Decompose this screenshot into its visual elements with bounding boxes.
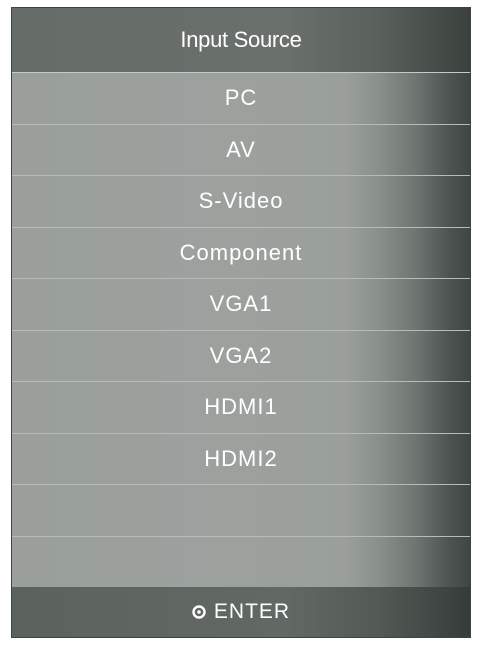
source-item-component[interactable]: Component <box>12 226 470 278</box>
source-list: PC AV S-Video Component VGA1 VGA2 HDMI1 … <box>12 72 470 587</box>
source-item-hdmi2[interactable]: HDMI2 <box>12 432 470 484</box>
source-item-vga1[interactable]: VGA1 <box>12 278 470 330</box>
enter-label: ENTER <box>213 600 291 623</box>
empty-row <box>12 535 470 587</box>
source-item-vga2[interactable]: VGA2 <box>12 329 470 381</box>
footer-bar: ENTER <box>12 587 470 637</box>
input-source-menu: Input Source PC AV S-Video Component VGA… <box>11 7 471 638</box>
source-item-pc[interactable]: PC <box>12 72 470 124</box>
source-item-s-video[interactable]: S-Video <box>12 175 470 227</box>
menu-title: Input Source <box>12 8 470 72</box>
empty-row <box>12 484 470 536</box>
enter-circle-icon <box>192 605 206 619</box>
source-item-av[interactable]: AV <box>12 123 470 175</box>
source-item-hdmi1[interactable]: HDMI1 <box>12 381 470 433</box>
